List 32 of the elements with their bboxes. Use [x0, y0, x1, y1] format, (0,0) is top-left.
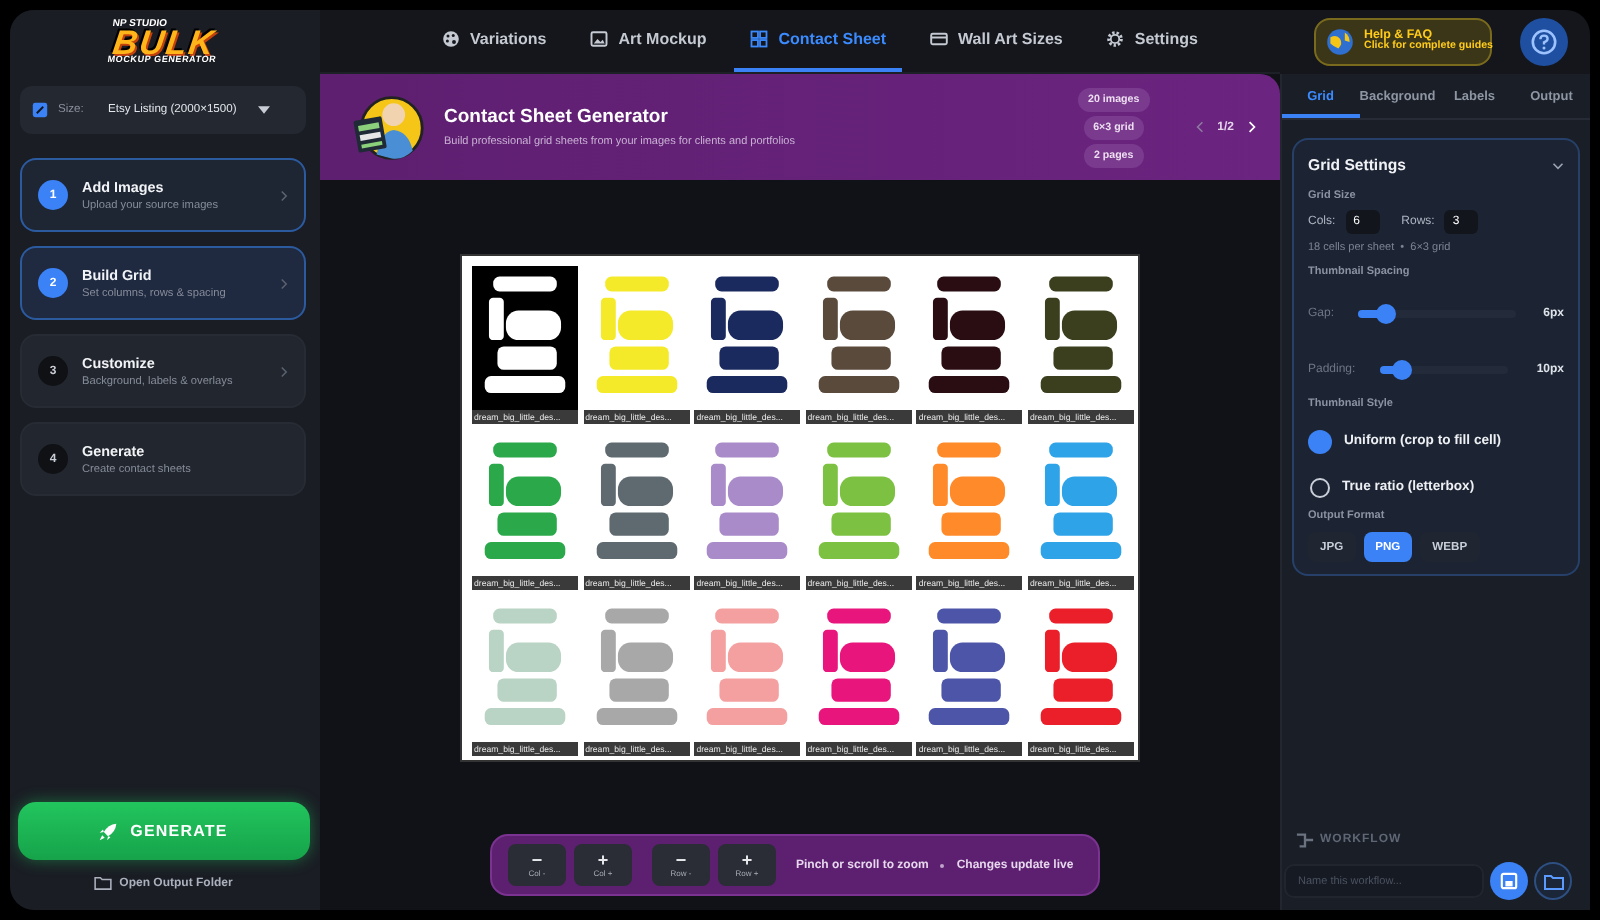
nav-tab[interactable]: Wall Art Sizes	[914, 10, 1079, 72]
settings-icon	[1106, 30, 1125, 48]
slider-thumb[interactable]	[1376, 304, 1397, 324]
folder-icon	[93, 876, 112, 890]
card-icon	[930, 30, 949, 48]
chevron-icon	[280, 277, 288, 289]
save-button[interactable]	[1490, 862, 1528, 900]
palette-icon	[442, 30, 460, 48]
image-icon	[590, 30, 609, 48]
rocket-icon	[98, 821, 119, 841]
folder-icon	[1543, 873, 1563, 889]
nav-tab[interactable]: Art Mockup	[574, 10, 723, 72]
collapse-chevron-icon[interactable]	[1552, 161, 1564, 169]
next-page-icon[interactable]	[1248, 120, 1256, 134]
save-icon	[1500, 872, 1518, 890]
caret-icon	[258, 106, 270, 114]
question-icon	[1530, 28, 1558, 56]
workflow-icon	[1296, 832, 1314, 848]
slider-thumb[interactable]	[1392, 360, 1413, 380]
previous-page-icon[interactable]	[1195, 120, 1204, 134]
open-workflow-button[interactable]	[1534, 862, 1572, 900]
help-circle-button[interactable]	[1520, 18, 1568, 66]
chevron-icon	[280, 189, 288, 201]
page-title: Contact Sheet Generator	[444, 106, 670, 128]
radio-button[interactable]	[1310, 477, 1330, 497]
grid-icon	[750, 30, 769, 48]
globe-icon	[1324, 26, 1356, 58]
radio-button[interactable]	[1308, 429, 1332, 453]
chevron-icon	[280, 365, 288, 377]
nav-tab[interactable]: Variations	[426, 10, 563, 72]
resize-icon	[32, 102, 48, 118]
nav-tab[interactable]: Settings	[1090, 10, 1214, 72]
